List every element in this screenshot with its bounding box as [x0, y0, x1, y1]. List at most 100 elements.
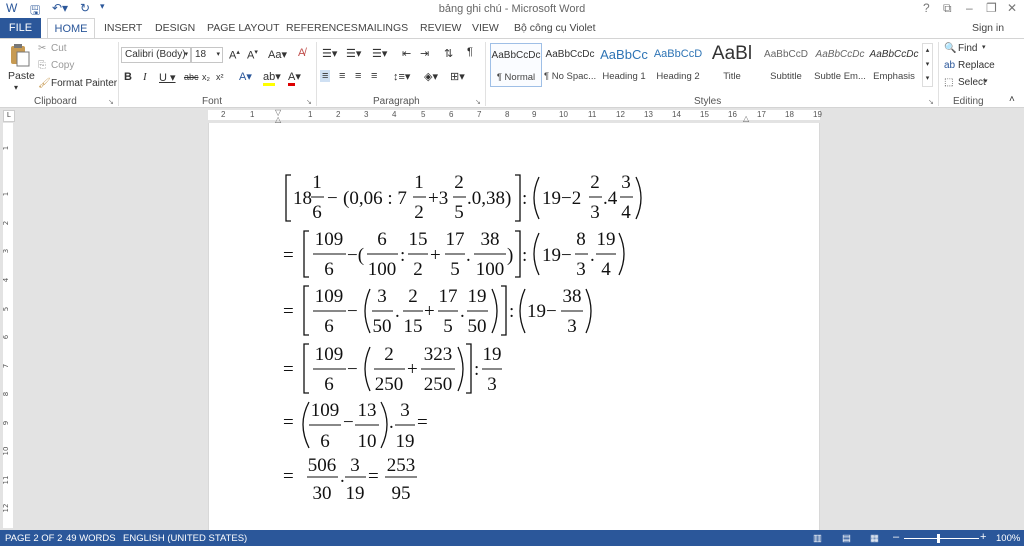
strikethrough-icon[interactable]: abc [184, 72, 199, 82]
styles-scroll[interactable]: ▴ ▾ ▾ [922, 43, 933, 87]
zoom-level[interactable]: 100% [996, 533, 1020, 544]
shrink-font-icon[interactable]: A▾ [247, 48, 258, 62]
tab-violet[interactable]: Bộ công cụ Violet [514, 22, 596, 34]
bullets-icon[interactable]: ☰▾ [322, 47, 337, 60]
decrease-indent-icon[interactable]: ⇤ [402, 47, 411, 60]
print-layout-icon[interactable]: ▤ [842, 533, 851, 544]
superscript-icon[interactable]: x² [216, 72, 224, 82]
paragraph-launcher-icon[interactable]: ↘ [475, 98, 481, 106]
style-heading-1[interactable]: AaBbCc Heading 1 [598, 43, 650, 87]
read-mode-icon[interactable]: ▥ [813, 533, 822, 544]
style-emphasis[interactable]: AaBbCcDc Emphasis [868, 43, 920, 87]
font-size-select[interactable]: 18 ▾ [191, 47, 223, 63]
equals-sign: = [283, 412, 294, 433]
styles-launcher-icon[interactable]: ↘ [928, 98, 934, 106]
style-heading-2[interactable]: AaBbCcD Heading 2 [652, 43, 704, 87]
align-center-icon[interactable]: ≡ [339, 70, 345, 82]
math-text: 19− [527, 301, 557, 322]
multilevel-list-icon[interactable]: ☰▾ [372, 47, 387, 60]
tab-home[interactable]: HOME [47, 18, 95, 38]
close-paren [635, 176, 642, 220]
align-right-icon[interactable]: ≡ [355, 70, 361, 82]
language-indicator[interactable]: ENGLISH (UNITED STATES) [123, 533, 247, 544]
tab-mailings[interactable]: MAILINGS [358, 22, 408, 34]
cut-icon[interactable]: ✂ [38, 43, 46, 54]
find-button[interactable]: Find [958, 43, 977, 54]
collapse-ribbon-icon[interactable]: ˄ [1009, 94, 1015, 105]
style-preview: AaBbCcD [764, 49, 808, 60]
word-count[interactable]: 49 WORDS [66, 533, 116, 544]
page-count[interactable]: PAGE 2 OF 2 [5, 533, 62, 544]
increase-indent-icon[interactable]: ⇥ [420, 47, 429, 60]
format-painter-button[interactable]: Format Painter [51, 78, 117, 89]
tab-file[interactable]: FILE [0, 18, 41, 38]
paragraph-group-label: Paragraph [373, 96, 420, 107]
math-equation[interactable]: 18 1 6 − (0,06 : 7 1 2 +3 2 5 .0,38) : 1… [209, 123, 821, 530]
underline-icon[interactable]: U ▾ [159, 71, 176, 84]
restore-icon[interactable]: ❐ [986, 1, 997, 15]
cut-button[interactable]: Cut [51, 43, 67, 54]
select-dropdown-icon[interactable]: ▾ [984, 77, 988, 85]
tab-insert[interactable]: INSERT [104, 22, 142, 34]
change-case-icon[interactable]: Aa▾ [268, 48, 287, 61]
zoom-out-icon[interactable]: – [893, 531, 899, 543]
help-icon[interactable]: ? [923, 1, 930, 15]
zoom-slider-thumb[interactable] [937, 534, 940, 543]
format-painter-icon[interactable]: 🖌 [38, 78, 51, 89]
find-icon[interactable]: 🔍 [944, 43, 956, 54]
open-paren [364, 288, 371, 334]
text-effects-icon[interactable]: A▾ [239, 70, 252, 83]
copy-icon[interactable]: ⎘ [38, 60, 46, 71]
zoom-slider-track[interactable] [904, 538, 979, 539]
align-left-icon[interactable]: ≡ [320, 70, 331, 82]
tab-page-layout[interactable]: PAGE LAYOUT [207, 22, 280, 34]
style-no-spacing[interactable]: AaBbCcDc ¶ No Spac... [544, 43, 596, 87]
style-subtitle[interactable]: AaBbCcD Subtitle [760, 43, 812, 87]
highlight-icon[interactable]: ab▾ [263, 70, 281, 86]
paste-dropdown-icon[interactable]: ▾ [14, 83, 18, 92]
document-page[interactable]: 18 1 6 − (0,06 : 7 1 2 +3 2 5 .0,38) : 1… [208, 123, 820, 530]
subscript-icon[interactable]: x₂ [202, 72, 210, 82]
replace-button[interactable]: Replace [958, 60, 995, 71]
tab-references[interactable]: REFERENCES [286, 22, 358, 34]
sign-in-link[interactable]: Sign in [972, 22, 1004, 34]
borders-icon[interactable]: ⊞▾ [450, 70, 465, 83]
line-spacing-icon[interactable]: ↕≡▾ [393, 70, 410, 83]
paste-icon[interactable] [8, 44, 30, 67]
grow-font-icon[interactable]: A▴ [229, 48, 240, 62]
minimize-icon[interactable]: – [966, 1, 973, 15]
select-button[interactable]: Select [958, 77, 986, 88]
frac-num: 323 [424, 344, 453, 365]
zoom-in-icon[interactable]: + [980, 531, 986, 543]
bold-icon[interactable]: B [124, 71, 132, 83]
style-normal[interactable]: AaBbCcDc ¶ Normal [490, 43, 542, 87]
replace-icon[interactable]: ab [944, 60, 955, 71]
paste-button[interactable]: Paste [8, 70, 35, 82]
style-title[interactable]: AaBl Title [706, 43, 758, 87]
tab-review[interactable]: REVIEW [420, 22, 461, 34]
justify-icon[interactable]: ≡ [371, 70, 377, 82]
font-color-icon[interactable]: A▾ [288, 70, 301, 86]
font-launcher-icon[interactable]: ↘ [306, 98, 312, 106]
vertical-ruler[interactable]: 1 1 2 3 4 5 6 7 8 9 10 11 12 [2, 123, 13, 528]
style-subtle-emphasis[interactable]: AaBbCcDc Subtle Em... [814, 43, 866, 87]
shading-icon[interactable]: ◈▾ [424, 70, 438, 83]
tab-view[interactable]: VIEW [472, 22, 499, 34]
select-icon[interactable]: ⬚ [944, 77, 953, 88]
tab-selector-icon[interactable]: L [3, 110, 15, 122]
web-layout-icon[interactable]: ▦ [870, 533, 879, 544]
copy-button[interactable]: Copy [51, 60, 74, 71]
close-icon[interactable]: ✕ [1007, 1, 1017, 15]
sort-icon[interactable]: ⇅ [444, 47, 453, 60]
frac-den: 100 [368, 259, 397, 280]
clipboard-launcher-icon[interactable]: ↘ [108, 98, 114, 106]
find-dropdown-icon[interactable]: ▾ [982, 43, 986, 51]
right-indent-icon[interactable]: △ [743, 114, 749, 123]
numbering-icon[interactable]: ☰▾ [346, 47, 361, 60]
clear-formatting-icon[interactable]: A̸ [298, 47, 305, 59]
font-name-select[interactable]: Calibri (Body) ▾ [121, 47, 191, 63]
italic-icon[interactable]: I [143, 71, 147, 83]
ribbon-display-icon[interactable]: ⧉ [943, 1, 952, 16]
show-formatting-icon[interactable]: ¶ [467, 46, 473, 58]
tab-design[interactable]: DESIGN [155, 22, 195, 34]
